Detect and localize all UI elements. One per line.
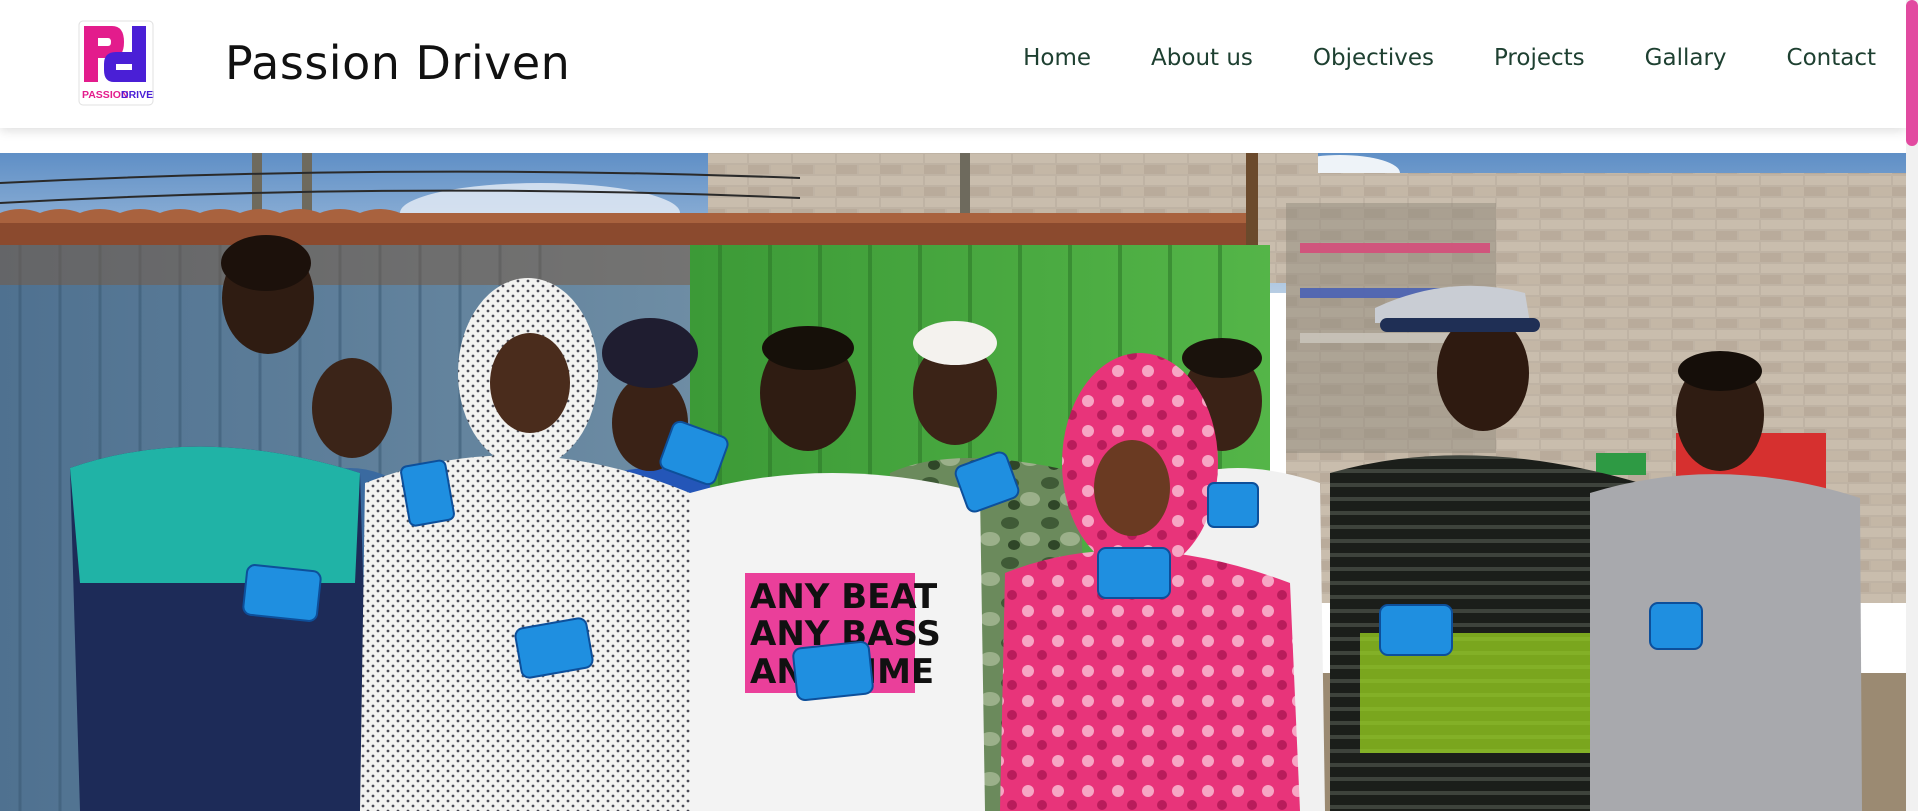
hero-image: ANY BEAT ANY BASS ANY TIME — [0, 153, 1906, 811]
nav-contact[interactable]: Contact — [1787, 45, 1876, 71]
nav-about-us[interactable]: About us — [1151, 45, 1253, 71]
logo-text-right: DRIVEN — [121, 89, 154, 101]
site-header: PASSION DRIVEN Passion Driven Home About… — [0, 0, 1906, 128]
nav-gallary[interactable]: Gallary — [1645, 45, 1727, 71]
shirt-text-line-1: ANY BEAT — [750, 577, 938, 617]
group-photo: ANY BEAT ANY BASS ANY TIME — [0, 153, 1906, 811]
main-nav: Home About us Objectives Projects Gallar… — [963, 45, 1876, 71]
pd-monogram-icon: PASSION DRIVEN — [78, 20, 161, 106]
nav-projects[interactable]: Projects — [1494, 45, 1585, 71]
nav-objectives[interactable]: Objectives — [1313, 45, 1434, 71]
passion-driven-logo[interactable]: PASSION DRIVEN — [78, 20, 161, 106]
scrollbar-thumb[interactable] — [1906, 0, 1918, 146]
nav-home[interactable]: Home — [1023, 45, 1091, 71]
site-title[interactable]: Passion Driven — [225, 36, 570, 90]
